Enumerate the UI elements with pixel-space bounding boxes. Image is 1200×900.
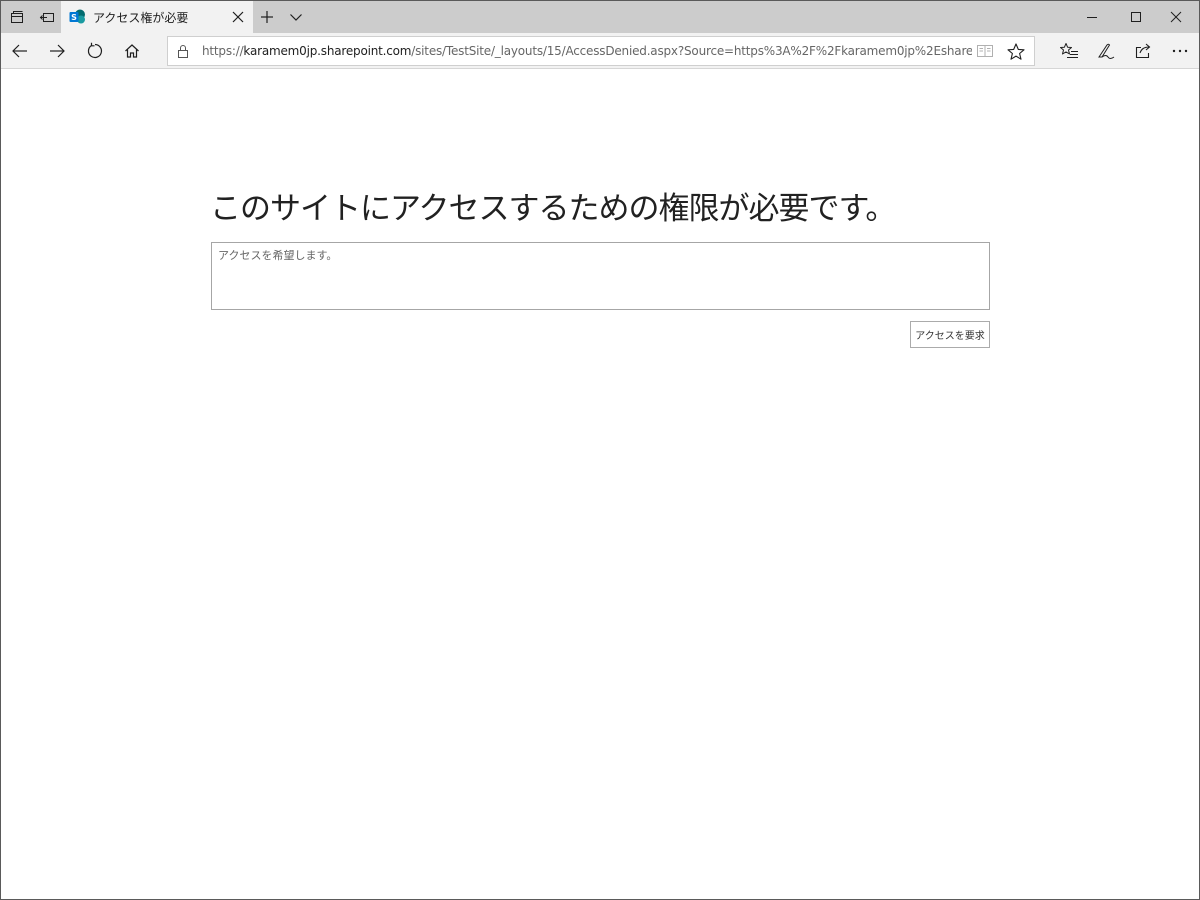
reading-view-icon[interactable] <box>976 43 994 59</box>
tab-strip: S アクセス権が必要 <box>1 1 1199 33</box>
access-request-message-field[interactable] <box>211 242 990 310</box>
lock-icon[interactable] <box>176 43 190 59</box>
forward-arrow-icon[interactable] <box>39 35 75 67</box>
more-icon[interactable] <box>1162 35 1198 67</box>
close-icon[interactable] <box>1153 1 1199 33</box>
url-text[interactable]: https://karamem0jp.sharepoint.com/sites/… <box>202 44 972 58</box>
chevron-down-icon[interactable] <box>281 1 311 33</box>
browser-window: S アクセス権が必要 https://karamem0jp.sharepoint… <box>0 0 1200 900</box>
home-icon[interactable] <box>114 35 150 67</box>
share-icon[interactable] <box>1125 35 1161 67</box>
url-path: /sites/TestSite/_layouts/15/AccessDenied… <box>411 44 972 58</box>
navigation-bar: https://karamem0jp.sharepoint.com/sites/… <box>1 33 1199 69</box>
request-access-button[interactable]: アクセスを要求 <box>910 321 990 348</box>
address-bar[interactable]: https://karamem0jp.sharepoint.com/sites/… <box>167 36 1035 66</box>
minimize-icon[interactable] <box>1069 1 1115 33</box>
pen-icon[interactable] <box>1088 35 1124 67</box>
favorites-list-icon[interactable] <box>1051 35 1087 67</box>
tab-title: アクセス権が必要 <box>93 11 189 25</box>
tabs-aside-icon[interactable] <box>2 1 32 33</box>
url-host: karamem0jp.sharepoint.com <box>243 44 412 58</box>
restore-tabs-icon[interactable] <box>32 1 62 33</box>
page-title: このサイトにアクセスするための権限が必要です。 <box>210 191 896 227</box>
url-scheme: https:// <box>202 44 244 58</box>
favorite-star-icon[interactable] <box>1006 42 1026 62</box>
svg-text:S: S <box>71 13 77 22</box>
back-arrow-icon[interactable] <box>2 35 38 67</box>
page-content: このサイトにアクセスするための権限が必要です。 アクセスを要求 <box>1 70 1199 899</box>
close-tab-icon[interactable] <box>229 8 247 26</box>
tab-active[interactable]: S アクセス権が必要 <box>61 1 253 33</box>
plus-icon[interactable] <box>252 1 282 33</box>
sharepoint-icon: S <box>69 9 86 25</box>
refresh-icon[interactable] <box>77 35 113 67</box>
